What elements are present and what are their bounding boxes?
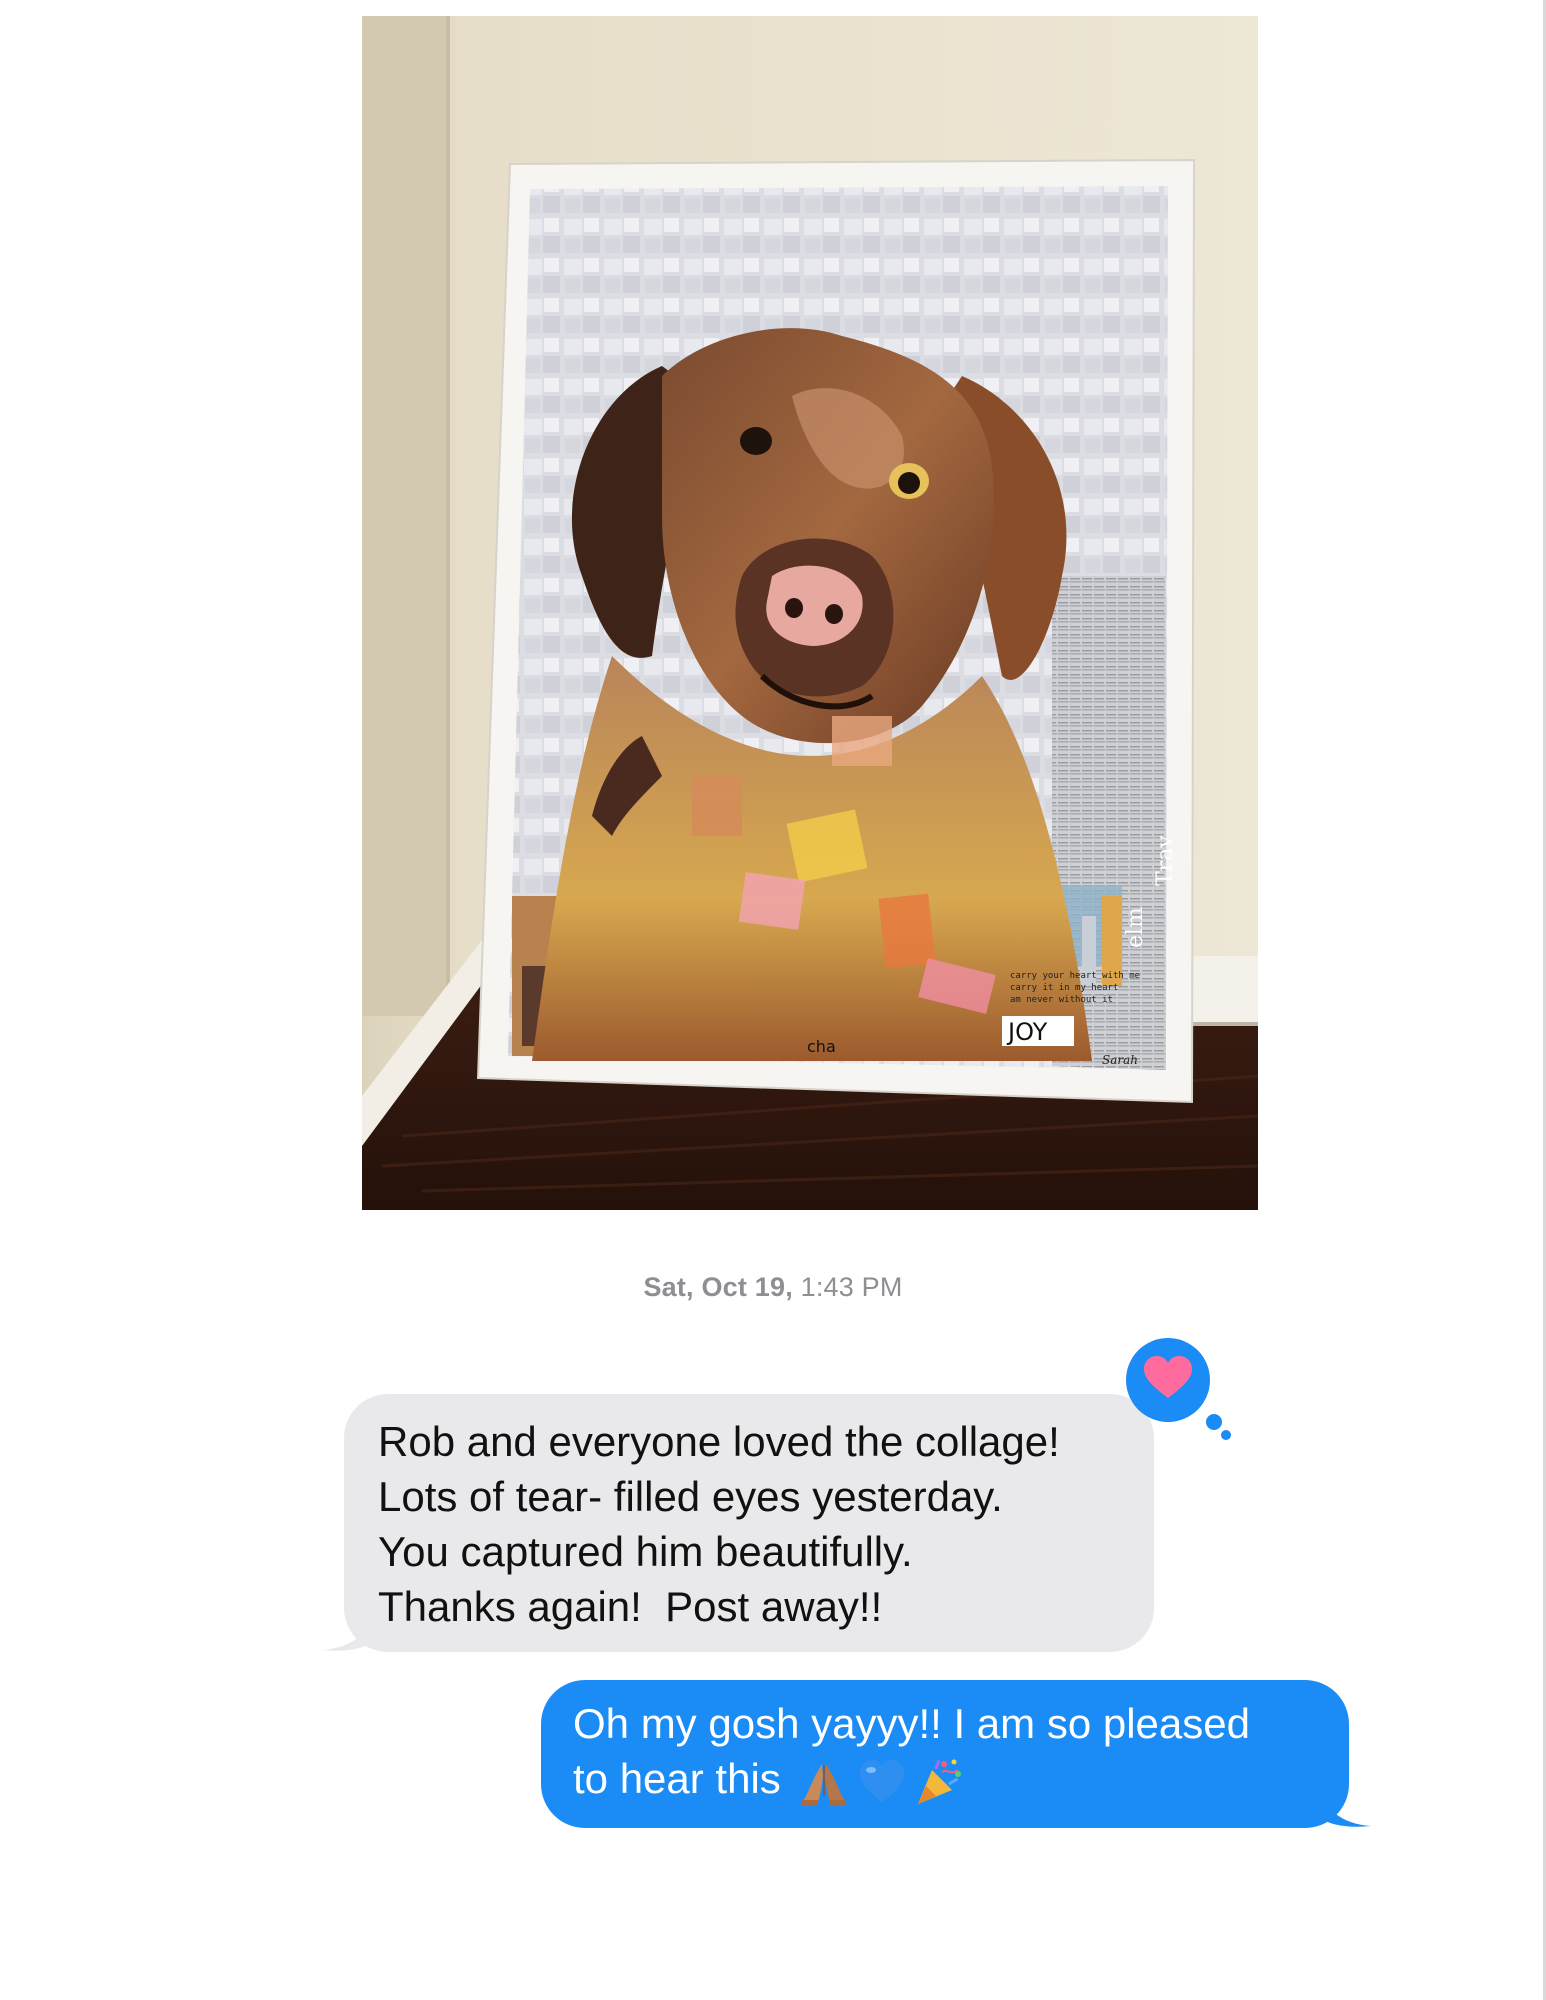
timestamp-day: Sat, Oct 19, (643, 1272, 793, 1302)
artist-signature: Sarah (1102, 1053, 1138, 1067)
received-message-bubble[interactable]: Rob and everyone loved the collage! Lots… (322, 1394, 1154, 1652)
collage-photo: JOY cha carry your heart with me carry i… (362, 16, 1258, 1210)
collage-quote-line-2: carry it in my heart (1010, 983, 1118, 993)
blue-heart-emoji (860, 1759, 905, 1802)
folded-hands-emoji (802, 1763, 847, 1806)
collage-word-trav: Trav (1153, 835, 1178, 886)
party-popper-emoji (918, 1759, 962, 1804)
collage-word-cha: cha (807, 1037, 836, 1056)
message-line: to hear this (573, 1751, 1319, 1808)
message-line: You captured him beautifully. (378, 1528, 913, 1575)
message-line: Lots of tear- filled eyes yesterday. (378, 1473, 1003, 1520)
sent-message-bubble[interactable]: Oh my gosh yayyy!! I am so pleased to he… (541, 1680, 1371, 1828)
collage-word-joy: JOY (1006, 1018, 1048, 1046)
bubble-tail (322, 1612, 372, 1651)
collage-quote-line-1: carry your heart with me (1010, 971, 1140, 981)
message-line: Thanks again! Post away!! (378, 1583, 883, 1630)
message-timestamp: Sat, Oct 19, 1:43 PM (0, 1272, 1546, 1303)
photo-attachment[interactable]: JOY cha carry your heart with me carry i… (362, 16, 1258, 1210)
message-line: Oh my gosh yayyy!! I am so pleased (573, 1700, 1250, 1747)
tapback-reaction[interactable] (1122, 1334, 1232, 1444)
collage-word-elm: elm (1123, 907, 1148, 948)
bubble-tail (1321, 1788, 1371, 1827)
timestamp-time: 1:43 PM (792, 1272, 903, 1302)
message-text: to hear this (573, 1755, 793, 1802)
collage-quote-line-3: am never without it (1010, 995, 1113, 1005)
message-line: Rob and everyone loved the collage! (378, 1418, 1060, 1465)
